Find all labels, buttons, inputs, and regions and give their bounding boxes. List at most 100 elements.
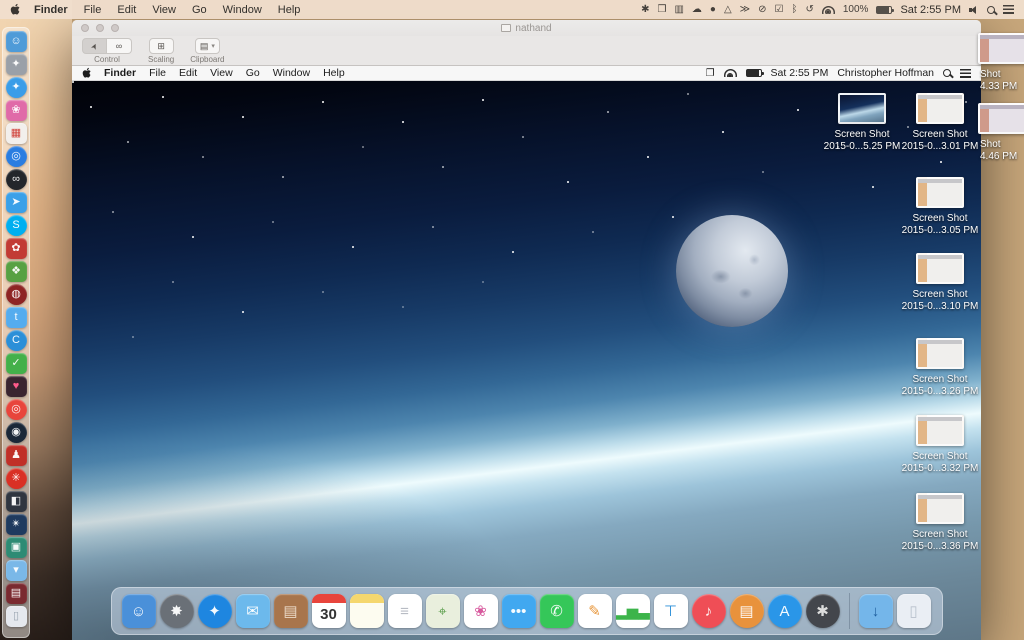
notification-center-icon[interactable] (960, 69, 971, 78)
blue-round-app-icon[interactable]: ◎ (6, 146, 27, 167)
desktop-file-icon[interactable]: Screen Shot 2015-0...3.32 PM (896, 415, 981, 475)
desktop-file-icon[interactable]: Screen Shot 2015-0...3.10 PM (896, 253, 981, 313)
messages-icon[interactable]: ••• (502, 594, 536, 628)
finder-icon[interactable]: ☺ (122, 594, 156, 628)
cloud-menu-icon[interactable]: ☁ (692, 5, 702, 15)
menu-item[interactable]: Go (246, 67, 260, 79)
desktop-file-icon[interactable]: Screen Shot 2015-0...3.36 PM (896, 493, 981, 553)
bell-menu-icon[interactable]: △ (724, 5, 732, 15)
asterisk-menu-icon[interactable]: ✱ (641, 5, 649, 15)
apple-menu-icon[interactable] (10, 3, 22, 16)
red-game-app-icon[interactable]: ✿ (6, 238, 27, 259)
chrome-icon[interactable]: ◎ (6, 399, 27, 420)
menu-item[interactable]: Help (323, 67, 345, 79)
grid-menu-icon[interactable]: ▥ (674, 5, 683, 15)
downloads-folder-icon[interactable]: ▾ (6, 560, 27, 581)
dark-glasses-app-icon[interactable]: ∞ (6, 169, 27, 190)
zoom-button[interactable] (111, 24, 119, 32)
menu-item[interactable]: Window (223, 4, 262, 16)
cube-app-icon[interactable]: ◧ (6, 491, 27, 512)
trash-icon[interactable]: ▯ (897, 594, 931, 628)
clock-slash-menu-icon[interactable]: ⊘ (758, 5, 766, 15)
green-check-app-icon[interactable]: ✓ (6, 353, 27, 374)
checkbox-menu-icon[interactable]: ☑ (775, 5, 784, 15)
maps-icon[interactable]: ⌖ (426, 594, 460, 628)
desktop-file-icon[interactable]: Screen Shot 2015-0...3.05 PM (896, 177, 981, 237)
contacts-icon[interactable]: ▤ (274, 594, 308, 628)
green-app-icon[interactable]: ❖ (6, 261, 27, 282)
clipboard-button[interactable]: ▤ ▾ (195, 38, 220, 54)
observe-button[interactable]: ∞ (107, 38, 132, 54)
menu-item[interactable]: View (210, 67, 233, 79)
heart-app-icon[interactable]: ♥ (6, 376, 27, 397)
user-menu[interactable]: Christopher Hoffman (837, 67, 934, 79)
bluetooth-menu-icon[interactable]: ᛒ (791, 5, 797, 15)
launchpad-icon[interactable]: ✸ (160, 594, 194, 628)
dot-menu-icon[interactable]: ● (710, 5, 716, 15)
wifi-icon[interactable] (724, 69, 737, 77)
menu-item[interactable]: Finder (104, 67, 136, 79)
desktop-file-icon[interactable]: Screen Shot 2015-0...3.01 PM (896, 93, 981, 153)
dark-red-round-app-icon[interactable]: ◍ (6, 284, 27, 305)
downloads-folder-icon[interactable]: ↓ (859, 594, 893, 628)
reminders-icon[interactable]: ≡ (388, 594, 422, 628)
steam-icon[interactable]: ◉ (6, 422, 27, 443)
keynote-icon[interactable]: ⊤ (654, 594, 688, 628)
red-figure-app-icon[interactable]: ♟ (6, 445, 27, 466)
teal-app-icon[interactable]: ▣ (6, 537, 27, 558)
desktop-file-icon[interactable]: Shot 4.33 PM (978, 33, 1024, 93)
time-machine-menu-icon[interactable]: ↺ (805, 5, 813, 15)
desktop-file-icon[interactable]: Screen Shot 2015-0...3.26 PM (896, 338, 981, 398)
photos-app-icon[interactable]: ❀ (6, 100, 27, 121)
display-mirroring-icon[interactable]: ❐ (706, 68, 715, 79)
twitter-icon[interactable]: t (6, 307, 27, 328)
menu-item[interactable]: Help (278, 4, 301, 16)
menu-item[interactable]: Go (192, 4, 207, 16)
menu-item[interactable]: Finder (34, 4, 68, 16)
desktop-file-icon[interactable]: Screen Shot 2015-0...5.25 PM (818, 93, 906, 153)
fast-forward-menu-icon[interactable]: ≫ (740, 5, 750, 15)
desktop-file-icon[interactable]: Shot 4.46 PM (978, 103, 1024, 163)
minimize-button[interactable] (96, 24, 104, 32)
facetime-icon[interactable]: ✆ (540, 594, 574, 628)
window-titlebar[interactable]: nathand (72, 20, 981, 36)
menu-item[interactable]: File (84, 4, 102, 16)
blue-bird-app-icon[interactable]: ➤ (6, 192, 27, 213)
red-asterisk-app-icon[interactable]: ✳ (6, 468, 27, 489)
dark-blue-app-icon[interactable]: ✴ (6, 514, 27, 535)
menu-item[interactable]: Window (273, 67, 310, 79)
apple-menu-icon[interactable] (82, 67, 94, 80)
skype-icon[interactable]: S (6, 215, 27, 236)
volume-icon[interactable] (969, 5, 979, 14)
trash-icon[interactable]: ▯ (6, 606, 27, 627)
notes-icon[interactable] (350, 594, 384, 628)
pages-icon[interactable]: ✎ (578, 594, 612, 628)
spotlight-icon[interactable] (987, 6, 995, 14)
white-red-app-icon[interactable]: ▦ (6, 123, 27, 144)
menu-item[interactable]: File (149, 67, 166, 79)
menubar-clock[interactable]: Sat 2:55 PM (771, 67, 829, 79)
mail-icon[interactable]: ✉ (236, 594, 270, 628)
menu-item[interactable]: Edit (179, 67, 197, 79)
itunes-icon[interactable]: ♪ (692, 594, 726, 628)
control-cursor-button[interactable]: ➤ (82, 38, 107, 54)
system-preferences-icon[interactable]: ✱ (806, 594, 840, 628)
spotlight-icon[interactable] (943, 69, 951, 77)
photos-icon[interactable]: ❀ (464, 594, 498, 628)
menu-item[interactable]: View (152, 4, 176, 16)
scaling-button[interactable]: ⊞ (149, 38, 174, 54)
dark-red-folder-icon[interactable]: ▤ (6, 583, 27, 604)
numbers-icon[interactable]: ▂▅▃ (616, 594, 650, 628)
close-button[interactable] (81, 24, 89, 32)
finder-icon[interactable]: ☺ (6, 31, 27, 52)
wifi-icon[interactable] (822, 6, 835, 14)
appstore-icon[interactable]: A (768, 594, 802, 628)
blue-c-app-icon[interactable]: C (6, 330, 27, 351)
menu-item[interactable]: Edit (117, 4, 136, 16)
safari-icon[interactable]: ✦ (6, 77, 27, 98)
calendar-icon[interactable]: 30 (312, 594, 346, 628)
grey-app-icon[interactable]: ✦ (6, 54, 27, 75)
notification-center-icon[interactable] (1003, 5, 1014, 14)
windows-menu-icon[interactable]: ❒ (657, 5, 666, 15)
ibooks-icon[interactable]: ▤ (730, 594, 764, 628)
